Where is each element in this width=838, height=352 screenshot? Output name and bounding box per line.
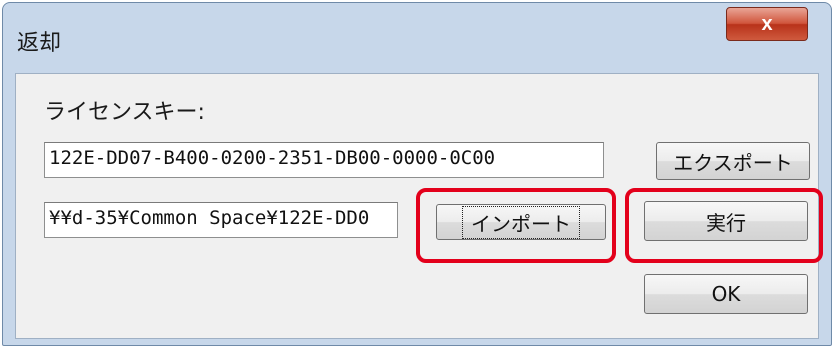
ok-button-label: OK xyxy=(711,282,741,306)
window-title: 返却 xyxy=(17,31,62,56)
dialog-content: ライセンスキー: 122E-DD07-B400-0200-2351-DB00-0… xyxy=(15,73,819,339)
execute-button[interactable]: 実行 xyxy=(644,201,808,241)
license-key-field[interactable]: 122E-DD07-B400-0200-2351-DB00-0000-0C00 xyxy=(44,142,604,178)
close-icon: x xyxy=(761,12,773,35)
ok-button[interactable]: OK xyxy=(644,274,808,314)
export-button[interactable]: エクスポート xyxy=(656,142,810,180)
license-key-label: ライセンスキー: xyxy=(44,100,205,125)
import-button[interactable]: インポート xyxy=(436,204,606,240)
export-button-label: エクスポート xyxy=(673,150,793,175)
title-bar: 返却 x xyxy=(3,3,831,73)
import-button-label: インポート xyxy=(462,205,580,239)
close-button[interactable]: x xyxy=(726,7,808,41)
execute-button-label: 実行 xyxy=(706,210,746,235)
dialog-window: 返却 x ライセンスキー: 122E-DD07-B400-0200-2351-D… xyxy=(2,2,832,346)
file-path-field[interactable]: ¥¥d-35¥Common Space¥122E-DD0 xyxy=(44,202,398,238)
